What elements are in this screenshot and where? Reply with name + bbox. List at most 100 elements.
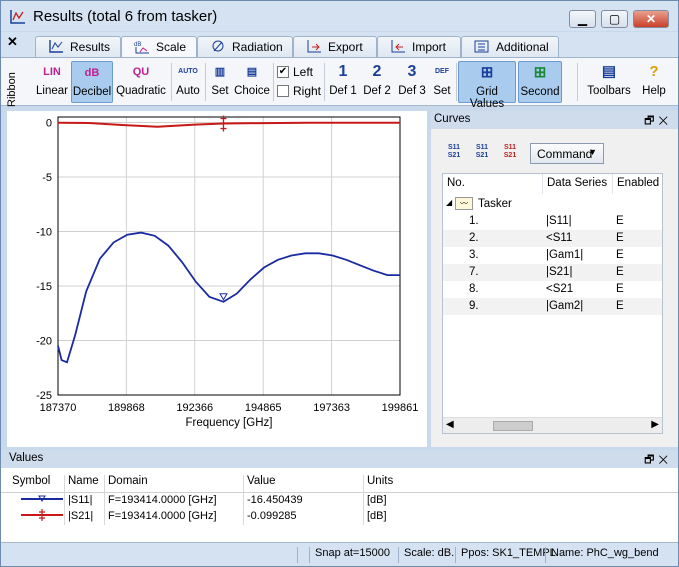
close-icon[interactable]: ✕	[658, 115, 672, 127]
horizontal-scrollbar[interactable]: ◀ ▶	[443, 417, 662, 433]
curves-cell-series: <S11	[546, 232, 573, 244]
values-col-divider	[243, 475, 244, 525]
ribbon-separator	[577, 63, 578, 101]
restore-icon[interactable]: 🗗	[644, 115, 658, 127]
curves-table-row[interactable]: 9. |Gam2| E	[443, 298, 662, 315]
check-icon: ✔	[278, 66, 288, 77]
curves-table-row[interactable]: 1. |S11| E	[443, 213, 662, 230]
title-bar[interactable]: Results (total 6 from tasker) ▁ ▢ ✕	[1, 1, 678, 31]
def2-icon: 2	[372, 63, 382, 80]
ribbon-tabs: ✕ Results dB Scale Radiation Export Impo…	[1, 32, 678, 58]
s11-s21-abs-button[interactable]: S11 S21	[472, 144, 492, 162]
values-col-divider	[64, 475, 65, 525]
ribbon-panel: Ribbon LIN Linear dB Decibel QU Quadrati…	[1, 57, 678, 110]
scroll-right-icon[interactable]: ▶	[651, 419, 659, 430]
tab-radiation[interactable]: Radiation	[197, 36, 293, 57]
ribbon-close-icon[interactable]: ✕	[7, 34, 18, 50]
curves-table-row[interactable]: 7. |S21| E	[443, 264, 662, 281]
choice-button[interactable]: ▤ Choice	[234, 61, 270, 103]
y-tick-label: -15	[36, 281, 52, 293]
scroll-thumb[interactable]	[493, 421, 533, 431]
def3-button[interactable]: 3 Def 3	[396, 61, 428, 103]
curves-table-row[interactable]: 8. <S21 E	[443, 281, 662, 298]
y-tick-label: -10	[36, 226, 52, 238]
set-button[interactable]: ▥ Set	[208, 61, 232, 103]
y-tick-label: -25	[36, 390, 52, 402]
ribbon-separator	[456, 63, 457, 101]
status-bar: Snap at=15000 Scale: dB. Ppos: SK1_TEMPL…	[1, 542, 678, 566]
chart-svg[interactable]: 0 -5 -10 -15 -20 -25187370 189868 192366 194865 1…	[7, 111, 427, 447]
x-tick-label: 197363	[313, 402, 350, 414]
s11-s21-phase-button[interactable]: S11 S21	[500, 144, 520, 162]
decibel-button[interactable]: dB Decibel	[71, 61, 113, 103]
close-icon[interactable]: ✕	[658, 454, 672, 466]
status-name: Name: PhC_wg_bend	[545, 547, 659, 563]
values-col-divider	[363, 475, 364, 525]
tree-group-tasker[interactable]: ◢ 〰 Tasker	[443, 196, 662, 213]
tab-import[interactable]: Import	[377, 36, 461, 57]
tab-results[interactable]: Results	[35, 36, 121, 57]
grid-icon: ⊞	[480, 64, 494, 81]
svg-text:dB: dB	[134, 42, 141, 48]
set-def-icon: DEF	[435, 68, 449, 75]
values-col-units: Units	[367, 475, 394, 487]
ribbon-separator	[324, 63, 325, 101]
col-header-enabled[interactable]: Enabled	[613, 174, 663, 194]
decibel-icon: dB	[84, 67, 100, 79]
def1-icon: 1	[338, 63, 348, 80]
curves-table-row[interactable]: 2. <S11 E	[443, 230, 662, 247]
curves-table-row[interactable]: 3. |Gam1| E	[443, 247, 662, 264]
minimize-button[interactable]: ▁	[569, 10, 596, 28]
status-scale: Scale: dB.	[398, 547, 454, 563]
set-scale-icon: ▥	[214, 66, 226, 78]
s11-s21-button[interactable]: S11 S21	[444, 144, 464, 162]
values-panel-title: Values	[9, 452, 44, 464]
def2-button[interactable]: 2 Def 2	[361, 61, 393, 103]
second-button[interactable]: ⊞ Second	[518, 61, 562, 103]
curves-cell-no: 3.	[469, 249, 479, 261]
chart-area[interactable]: 0 -5 -10 -15 -20 -25 187370 189868 192366 194865 1…	[7, 111, 427, 447]
auto-button[interactable]: AUTO Auto	[174, 61, 202, 103]
set-def-button[interactable]: DEF Set	[430, 61, 454, 103]
grid-values-button[interactable]: ⊞ Grid Values	[458, 61, 516, 110]
close-button[interactable]: ✕	[633, 10, 669, 28]
import-icon	[391, 40, 405, 53]
restore-icon[interactable]: 🗗	[644, 454, 658, 466]
right-checkbox[interactable]	[277, 85, 289, 97]
x-axis-label: Frequency [GHz]	[186, 417, 273, 429]
results-window: Results (total 6 from tasker) ▁ ▢ ✕ ✕ Re…	[0, 0, 679, 567]
toolbars-button[interactable]: ▤ Toolbars	[586, 61, 632, 103]
tab-scale[interactable]: dB Scale	[121, 36, 197, 58]
values-header-divider	[1, 492, 678, 493]
tab-additional[interactable]: Additional	[461, 36, 559, 57]
linear-button[interactable]: LIN Linear	[34, 61, 70, 103]
collapse-icon[interactable]: ◢	[446, 198, 452, 207]
curves-panel-header: Curves 🗗✕	[431, 111, 678, 129]
chevron-down-icon: ▼	[588, 147, 597, 157]
x-tick-label: 192366	[176, 402, 213, 414]
ribbon-separator	[205, 63, 206, 101]
col-header-series[interactable]: Data Series	[543, 174, 613, 194]
left-checkbox[interactable]: ✔	[277, 66, 289, 78]
s11-s21-icon: S11 S21	[475, 144, 489, 159]
help-button[interactable]: ? Help	[638, 61, 670, 103]
y-tick-label: -20	[36, 335, 52, 347]
additional-icon	[474, 40, 489, 53]
y-tick-label: 0	[46, 117, 52, 129]
second-grid-icon: ⊞	[533, 64, 547, 81]
status-spacer	[297, 547, 309, 563]
values-col-value: Value	[247, 475, 276, 487]
maximize-button[interactable]: ▢	[601, 10, 628, 28]
series-line-s11	[57, 231, 400, 364]
close-icon: ✕	[645, 12, 657, 26]
minimize-icon: ▁	[577, 12, 588, 26]
curves-cell-series: |Gam2|	[546, 300, 584, 312]
curves-cell-no: 2.	[469, 232, 479, 244]
col-header-no[interactable]: No.	[443, 174, 543, 194]
scroll-left-icon[interactable]: ◀	[446, 419, 454, 430]
quadratic-button[interactable]: QU Quadratic	[115, 61, 167, 103]
def1-button[interactable]: 1 Def 1	[327, 61, 359, 103]
tab-export[interactable]: Export	[293, 36, 377, 57]
command-dropdown[interactable]: Command ▼	[530, 143, 604, 164]
curves-cell-no: 8.	[469, 283, 479, 295]
